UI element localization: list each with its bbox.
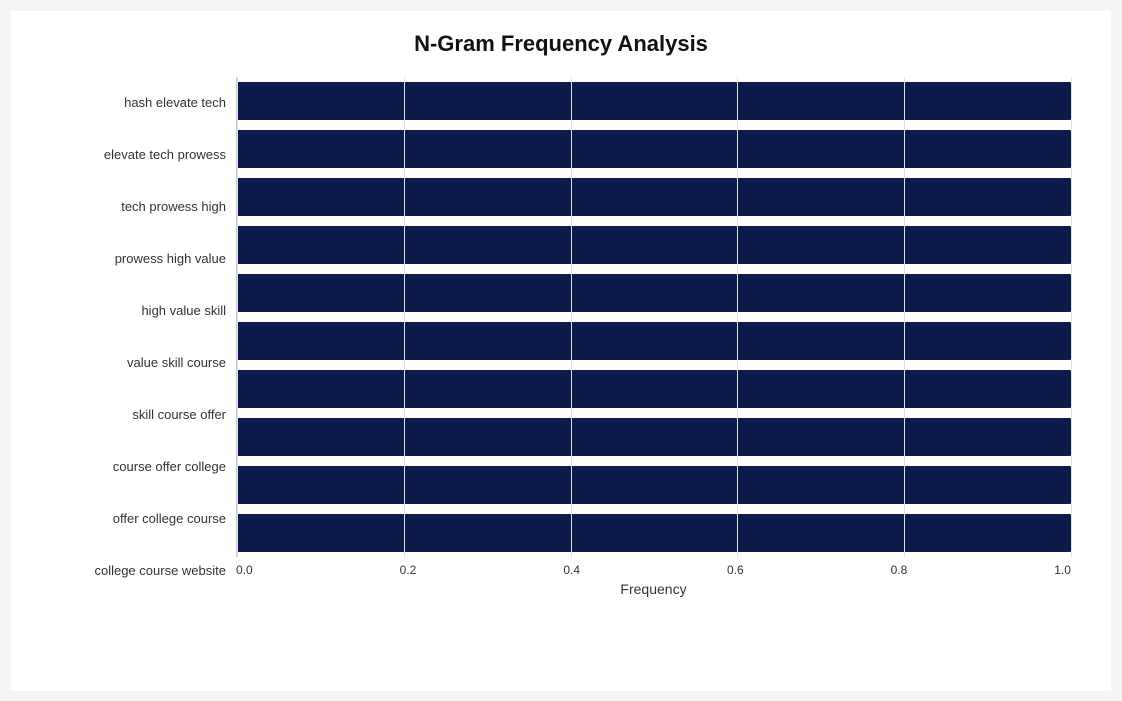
chart-area: hash elevate tech elevate tech prowess tec… [51,77,1071,597]
bar-row [237,510,1071,556]
bar [237,130,1071,168]
chart-title: N-Gram Frequency Analysis [51,31,1071,57]
bar-row [237,462,1071,508]
bar-row [237,78,1071,124]
y-label: hash elevate tech [124,95,226,111]
chart-container: N-Gram Frequency Analysis hash elevate t… [11,11,1111,691]
bar [237,178,1071,216]
x-tick: 1.0 [1054,563,1071,577]
x-axis-ticks: 0.0 0.2 0.4 0.6 0.8 1.0 [236,557,1071,577]
bar-row [237,318,1071,364]
bar [237,274,1071,312]
bars-section [236,77,1071,557]
bars-and-xaxis: 0.0 0.2 0.4 0.6 0.8 1.0 Frequency [236,77,1071,597]
y-label: high value skill [141,303,226,319]
x-tick: 0.0 [236,563,253,577]
bar [237,514,1071,552]
bar [237,466,1071,504]
y-label: tech prowess high [121,199,226,215]
y-axis-labels: hash elevate tech elevate tech prowess tec… [51,77,236,597]
bar-row [237,366,1071,412]
x-tick: 0.4 [563,563,580,577]
x-axis-label: Frequency [236,581,1071,597]
bar-row [237,270,1071,316]
bar [237,82,1071,120]
y-label: prowess high value [115,251,226,267]
y-label: skill course offer [132,407,226,423]
y-label: course offer college [113,459,226,475]
bar-row [237,126,1071,172]
bar-row [237,414,1071,460]
y-label: college course website [94,563,226,579]
bar [237,370,1071,408]
x-tick: 0.8 [891,563,908,577]
y-label: value skill course [127,355,226,371]
grid-line [1071,77,1072,557]
bar [237,418,1071,456]
y-label: offer college course [113,511,226,527]
bar-row [237,174,1071,220]
x-tick: 0.6 [727,563,744,577]
bar-row [237,222,1071,268]
x-tick: 0.2 [400,563,417,577]
bar [237,226,1071,264]
y-label: elevate tech prowess [104,147,226,163]
bar [237,322,1071,360]
